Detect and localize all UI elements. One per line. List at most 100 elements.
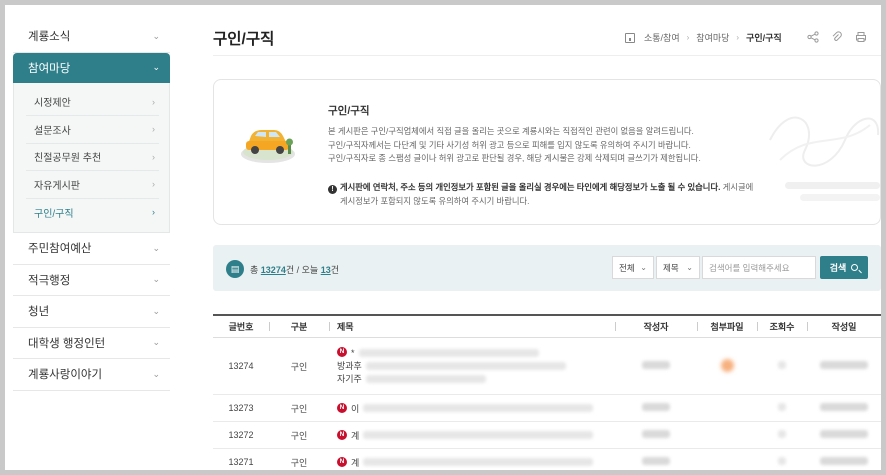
redacted-text: [363, 431, 594, 439]
info-line: 구인/구직자께서는 다단계 및 기타 사기성 허위 광고 등으로 피해를 입지 …: [328, 139, 691, 150]
page-title: 구인/구직: [213, 31, 275, 48]
redacted-views: [778, 361, 786, 369]
column-header-author: 작성자: [615, 320, 697, 333]
redacted-text: [365, 375, 486, 383]
redacted-author: [642, 361, 670, 369]
breadcrumb-item[interactable]: 참여마당: [696, 31, 729, 44]
redacted-text: [363, 404, 594, 412]
chevron-right-icon: ›: [152, 124, 155, 135]
board-info-box: 구인/구직 본 게시판은 구인/구직업체에서 직접 글을 올리는 곳으로 계룡시…: [213, 79, 881, 225]
car-illustration-icon: [241, 130, 295, 163]
submenu-item-free-board[interactable]: 자유게시판 ›: [26, 171, 159, 199]
post-title-line: 자기주: [337, 373, 362, 384]
submenu-item-jobs[interactable]: 구인/구직 ›: [26, 199, 159, 227]
search-button[interactable]: 검색: [820, 256, 868, 279]
sidebar-item-participation[interactable]: 참여마당 ⌄: [13, 52, 170, 83]
post-count: 총 13274건 / 오늘 13건: [250, 263, 339, 276]
post-title[interactable]: N 이: [329, 402, 615, 415]
column-header-number: 글번호: [228, 322, 254, 332]
submenu-item-kind-official[interactable]: 친절공무원 추천 ›: [26, 144, 159, 171]
breadcrumb-item[interactable]: 소통/참여: [644, 31, 680, 44]
submenu-item-label: 자유게시판: [34, 180, 80, 192]
header-divider: [213, 55, 881, 56]
warning-text-line2: 게시정보가 포함되지 않도록 유의하여 주시기 바랍니다.: [340, 195, 530, 206]
post-title-line: 계: [351, 430, 360, 441]
table-row[interactable]: 13274 구인 N * 방과후 자기주: [213, 338, 881, 395]
chevron-down-icon: ⌄: [152, 337, 160, 348]
sidebar-item-label: 계룡사랑이야기: [28, 369, 103, 382]
column-header-date: 작성일: [807, 320, 881, 333]
post-number: 13273: [228, 403, 254, 413]
submenu-item-label: 구인/구직: [34, 208, 74, 220]
sidebar-item-active-admin[interactable]: 적극행정 ⌄: [13, 265, 170, 296]
warning-bold-text: 게시판에 연락처, 주소 등의 개인정보가 포함된 글을 올리실 경우에는 타인…: [340, 182, 721, 192]
sidebar-item-love-story[interactable]: 계룡사랑이야기 ⌄: [13, 359, 170, 391]
redacted-date: [820, 430, 868, 438]
chevron-right-icon: ›: [152, 207, 155, 218]
sidebar-item-intern[interactable]: 대학생 행정인턴 ⌄: [13, 328, 170, 359]
document-count-icon: ▤: [226, 260, 244, 278]
table-row[interactable]: 13273 구인 N 이: [213, 395, 881, 422]
breadcrumb: 소통/참여 › 참여마당 › 구인/구직: [625, 31, 868, 44]
redacted-text: [365, 362, 566, 370]
redacted-views: [778, 457, 786, 465]
field-select[interactable]: 제목 ⌄: [656, 256, 700, 279]
today-count: 13: [320, 265, 331, 275]
redacted-date: [820, 457, 868, 465]
total-count: 13274: [260, 265, 286, 275]
new-badge: N: [337, 430, 347, 440]
search-icon: [851, 264, 859, 271]
redacted-author: [642, 430, 670, 438]
redacted-date: [820, 403, 868, 411]
search-button-label: 검색: [829, 263, 847, 273]
chevron-down-icon: ⌄: [152, 30, 160, 41]
attachment-icon[interactable]: [720, 358, 734, 372]
search-placeholder: 검색어를 입력해주세요: [709, 262, 790, 273]
link-icon[interactable]: [831, 31, 844, 44]
warning-icon: !: [328, 185, 337, 194]
sidebar-item-news[interactable]: 계룡소식 ⌄: [13, 21, 170, 53]
home-icon[interactable]: [625, 32, 635, 43]
post-title-line: 계: [351, 457, 360, 468]
warning-text: 게시글에: [722, 182, 754, 192]
column-header-views: 조회수: [757, 320, 807, 333]
chevron-down-icon: ⌄: [152, 242, 160, 253]
submenu-item-proposal[interactable]: 시정제안 ›: [26, 89, 159, 116]
info-line: 본 게시판은 구인/구직업체에서 직접 글을 올리는 곳으로 계룡시와는 직접적…: [328, 126, 694, 136]
redacted-text: [363, 458, 594, 466]
count-prefix: 총: [250, 265, 259, 275]
sidebar-item-label: 대학생 행정인턴: [28, 337, 106, 350]
submenu-item-label: 친절공무원 추천: [34, 153, 102, 165]
search-input[interactable]: 검색어를 입력해주세요: [702, 256, 816, 279]
table-row[interactable]: 13272 구인 N 계: [213, 422, 881, 449]
info-notice-text: 본 게시판은 구인/구직업체에서 직접 글을 올리는 곳으로 계룡시와는 직접적…: [328, 125, 701, 166]
sidebar-item-youth[interactable]: 청년 ⌄: [13, 296, 170, 328]
post-number: 13272: [228, 430, 254, 440]
post-title[interactable]: N 계: [329, 429, 615, 442]
post-type: 구인: [290, 403, 308, 414]
sidebar-item-budget[interactable]: 주민참여예산 ⌄: [13, 233, 170, 265]
chevron-down-icon: ⌄: [640, 263, 647, 272]
chevron-right-icon: ›: [152, 96, 155, 107]
post-title[interactable]: N 계: [329, 456, 615, 469]
chevron-down-icon: ⌄: [152, 305, 160, 316]
sidebar-item-label: 주민참여예산: [28, 243, 92, 256]
print-icon[interactable]: [855, 31, 868, 44]
breadcrumb-separator-icon: ›: [736, 33, 740, 42]
submenu-item-survey[interactable]: 설문조사 ›: [26, 116, 159, 144]
redacted-text: [358, 349, 539, 357]
redacted-author: [642, 457, 670, 465]
post-title[interactable]: N * 방과후 자기주: [329, 346, 615, 386]
post-type: 구인: [290, 430, 308, 441]
table-row[interactable]: 13271 구인 N 계: [213, 449, 881, 470]
table-header: 글번호 구분 제목 작성자 첨부파일 조회수 작성일: [213, 314, 881, 338]
sidebar-item-label: 적극행정: [28, 274, 71, 287]
column-header-type: 구분: [269, 320, 329, 333]
board-table: 글번호 구분 제목 작성자 첨부파일 조회수 작성일 13274 구인 N * …: [213, 314, 881, 470]
post-type: 구인: [290, 457, 308, 468]
post-title-line: *: [351, 347, 355, 358]
scope-select[interactable]: 전체 ⌄: [612, 256, 654, 279]
breadcrumb-separator-icon: ›: [686, 33, 690, 42]
redacted-author: [642, 403, 670, 411]
share-icon[interactable]: [807, 31, 820, 44]
